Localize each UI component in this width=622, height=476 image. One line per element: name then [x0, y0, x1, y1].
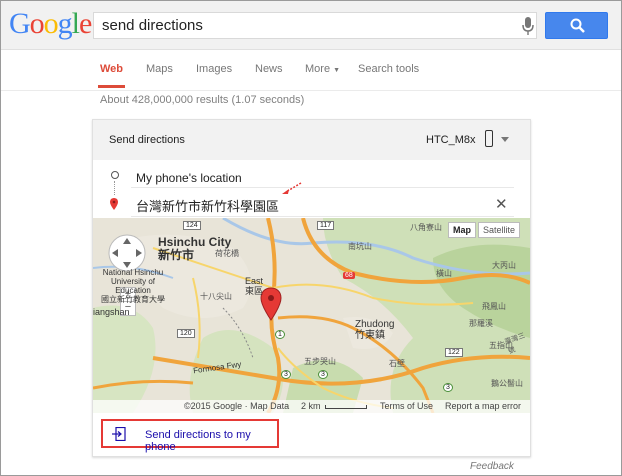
destination-field[interactable]: 台灣新竹市新竹科學園區 [136, 196, 279, 215]
device-selector[interactable]: HTC_M8x [426, 134, 476, 146]
map-type-map-label: Map [453, 225, 471, 235]
active-tab-indicator [98, 85, 125, 88]
route-3a: 3 [281, 370, 291, 379]
map-label-university-zh: 國立新竹教育大學 [101, 295, 165, 304]
tab-images[interactable]: Images [196, 63, 232, 75]
search-icon [570, 18, 585, 33]
send-directions-card: Send directions HTC_M8x My phone's locat… [92, 119, 531, 457]
map-label-university: National Hsinchu University of Education… [93, 268, 173, 304]
map-label-nandizh: 南坑山 [348, 242, 372, 251]
tab-more-label: More [305, 63, 331, 75]
tab-more[interactable]: More ▼ [305, 63, 340, 75]
route-122: 122 [445, 348, 463, 357]
map-label-east: East 東區 [245, 276, 263, 296]
map-label-lishan: 飛鳳山 [482, 302, 506, 311]
chevron-down-icon: ▼ [333, 67, 341, 74]
route-3b: 3 [318, 370, 328, 379]
route-1: 1 [275, 330, 285, 339]
map-label-zhudong-zh: 竹東鎮 [355, 330, 385, 341]
card-header: Send directions HTC_M8x [93, 120, 530, 160]
google-logo[interactable]: Google [9, 9, 92, 39]
tab-maps[interactable]: Maps [146, 63, 173, 75]
clear-icon[interactable]: ✕ [495, 197, 508, 212]
map-label-hsinchu-en: Hsinchu City [158, 235, 232, 249]
map-label-shangping: 那羅溪 [469, 319, 493, 328]
tab-news[interactable]: News [255, 63, 283, 75]
map-label-fuxing: 八角寮山 [410, 223, 442, 232]
map-copyright: ©2015 Google · Map Data [184, 401, 290, 411]
map-label-zhudong: Zhudong 竹東鎮 [355, 319, 394, 341]
map-label-xiangshan: iangshan [93, 307, 130, 317]
search-tabs: Web Maps Images News More ▼ Search tools [1, 50, 621, 91]
send-to-phone-label: Send directions to my phone [145, 429, 251, 453]
send-to-device-icon [112, 427, 126, 441]
map-label-university-en: National Hsinchu University of Education [102, 268, 164, 295]
route-124: 124 [183, 221, 201, 230]
route-3c: 3 [443, 383, 453, 392]
map-label-ridge: 鵝公髻山 [491, 379, 523, 388]
origin-row[interactable]: My phone's location [93, 162, 530, 190]
map-label-zhudong-en: Zhudong [355, 319, 395, 330]
destination-row[interactable]: 台灣新竹市新竹科學園區 ✕ [93, 190, 530, 218]
map-label-hengshan: 橫山 [436, 269, 452, 278]
search-button[interactable] [545, 12, 608, 39]
map-label-hsinchu-zh: 新竹市 [158, 248, 195, 262]
route-117: 117 [317, 221, 335, 230]
divider [131, 216, 514, 217]
map-label-zhuyang: 大丙山 [492, 261, 516, 270]
phone-icon [485, 130, 493, 147]
map-label-hsinchu-south: 荷花橋 [215, 249, 239, 258]
destination-pin-icon [110, 198, 118, 210]
map-label-wubu: 五步哭山 [304, 357, 336, 366]
map-footer: ©2015 Google · Map Data 2 km Terms of Us… [93, 400, 530, 413]
microphone-icon[interactable] [522, 17, 534, 35]
map-label-eastzh: 石壁 [389, 359, 405, 368]
map-type-satellite-button[interactable]: Satellite [478, 222, 521, 238]
chevron-down-icon[interactable] [501, 137, 509, 142]
send-to-phone-button[interactable]: Send directions to my phone [101, 419, 279, 453]
origin-field[interactable]: My phone's location [136, 171, 242, 185]
route-120: 120 [177, 329, 195, 338]
tab-web[interactable]: Web [100, 63, 123, 75]
map-scale-bar [325, 405, 367, 409]
feedback-link[interactable]: Feedback [470, 461, 514, 472]
search-input[interactable] [102, 17, 502, 34]
map-view[interactable]: + − Map Satellite Hsinchu City 新竹市 Nation… [93, 218, 530, 413]
top-bar: Google [1, 1, 621, 50]
map-label-shiba: 十八尖山 [200, 292, 232, 301]
map-label-east-zh: 東區 [245, 286, 264, 296]
divider [131, 187, 514, 188]
result-stats: About 428,000,000 results (1.07 seconds) [100, 94, 305, 106]
annotation-arrow-icon [282, 182, 302, 194]
map-scale-label: 2 km [301, 401, 321, 411]
search-box[interactable] [93, 12, 537, 39]
map-label-east-en: East [245, 276, 264, 286]
pan-control[interactable] [107, 233, 147, 273]
map-terms-link[interactable]: Terms of Use [380, 401, 433, 411]
tab-search-tools[interactable]: Search tools [358, 63, 419, 75]
map-type-map-button[interactable]: Map [448, 222, 476, 238]
card-title: Send directions [109, 134, 185, 146]
origin-circle-icon [111, 171, 119, 179]
route-68: 68 [343, 272, 355, 279]
map-report-link[interactable]: Report a map error [445, 401, 521, 411]
